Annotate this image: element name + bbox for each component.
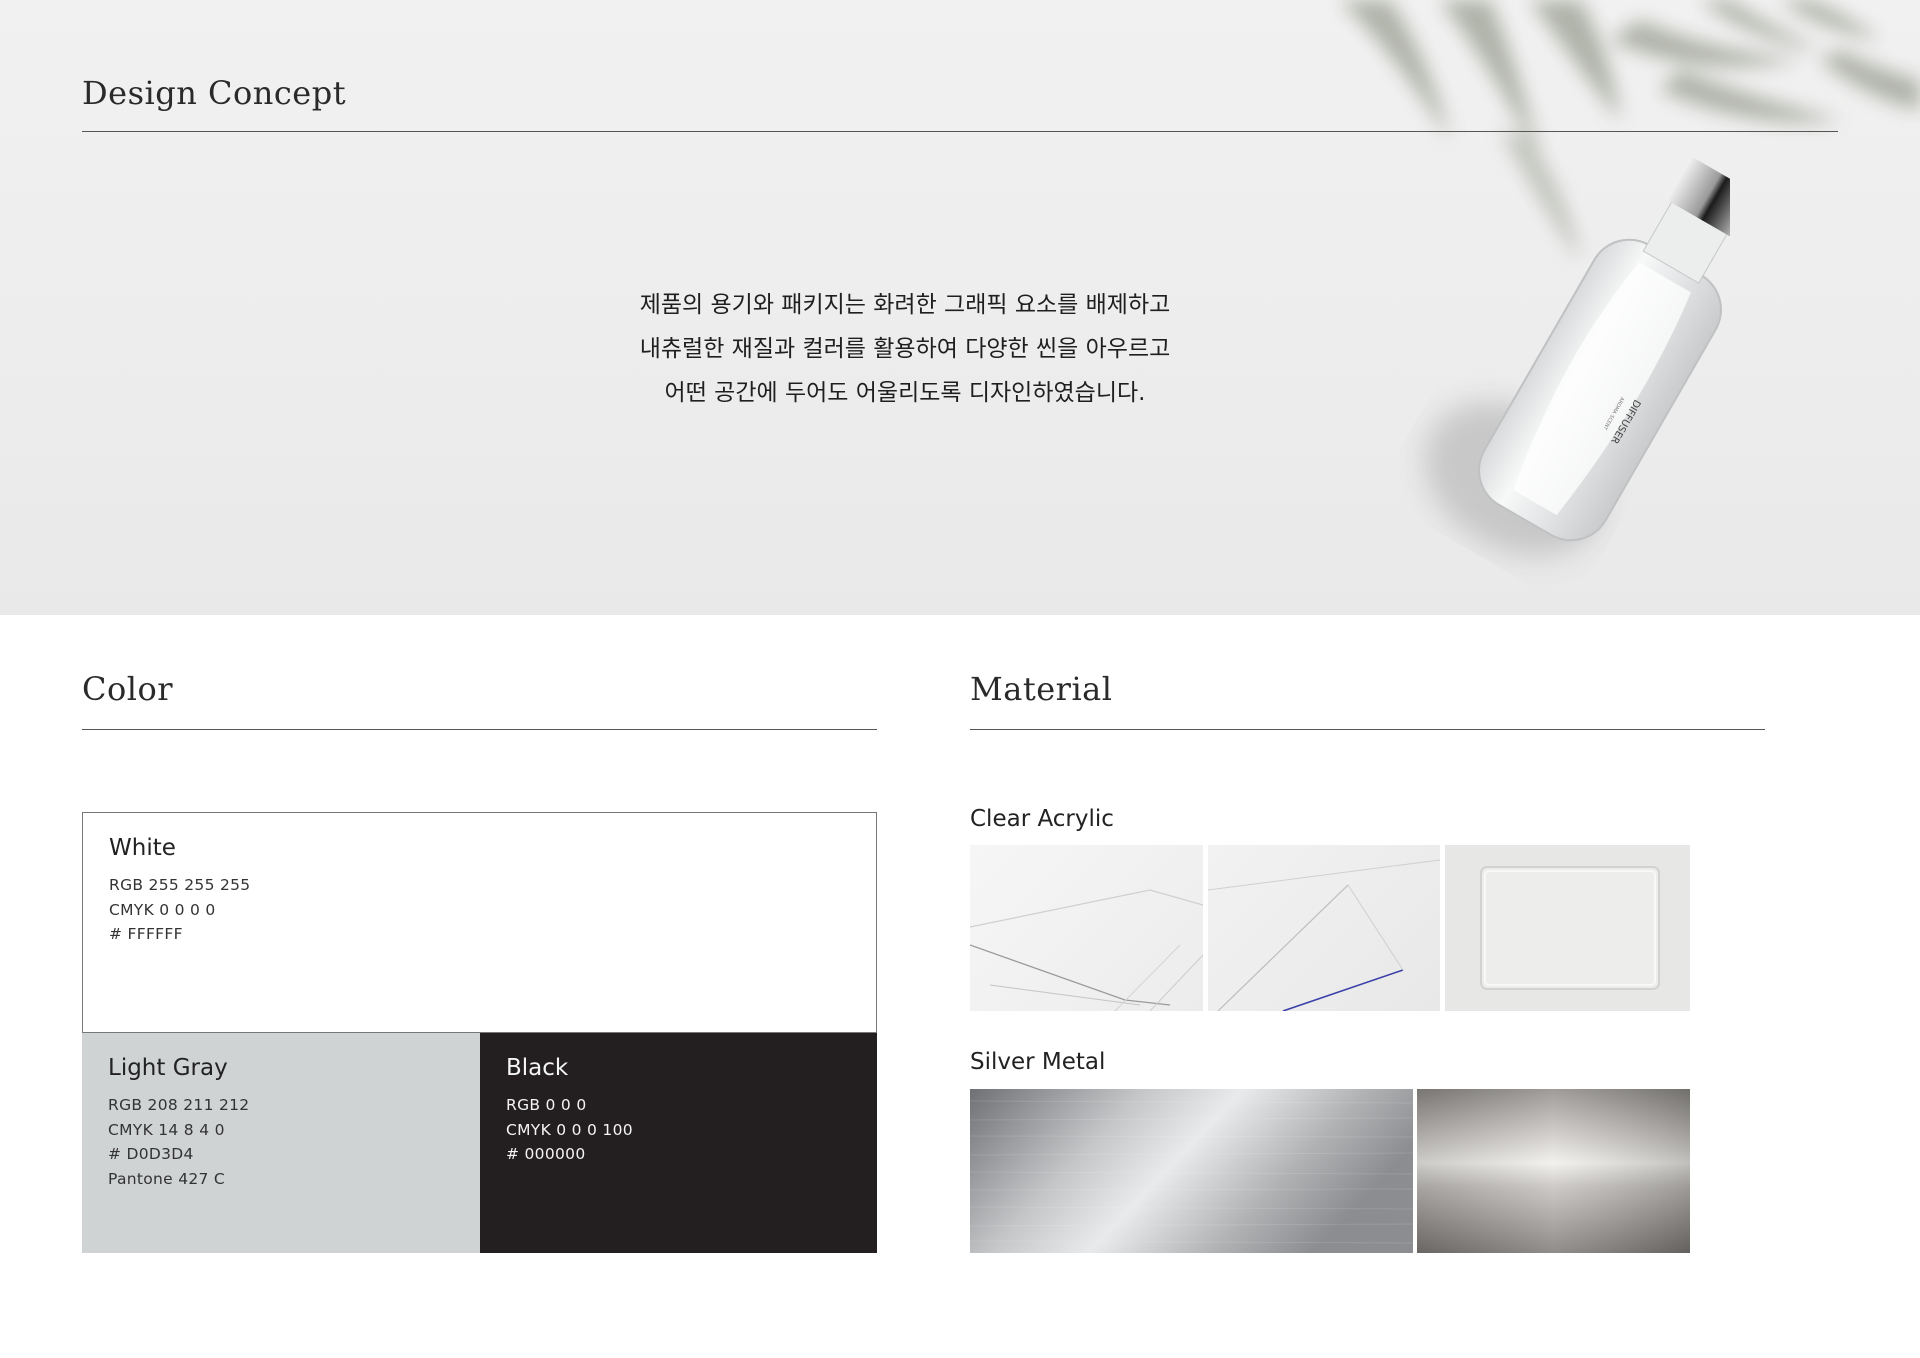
acrylic-block-image <box>1445 845 1690 1011</box>
swatch-rgb: RGB 0 0 0 <box>506 1096 587 1114</box>
swatch-hex: # 000000 <box>506 1145 586 1163</box>
color-swatch-white: White RGB 255 255 255 CMYK 0 0 0 0 # FFF… <box>82 812 877 1033</box>
swatch-hex: # D0D3D4 <box>108 1145 194 1163</box>
swatch-values: RGB 0 0 0 CMYK 0 0 0 100 # 000000 <box>506 1093 633 1167</box>
concept-description: 제품의 용기와 패키지는 화려한 그래픽 요소를 배제하고 내츄럴한 재질과 컬… <box>560 283 1250 415</box>
swatch-cmyk: CMYK 14 8 4 0 <box>108 1120 225 1139</box>
section-title-material: Material <box>970 670 1113 708</box>
swatch-values: RGB 255 255 255 CMYK 0 0 0 0 # FFFFFF <box>109 873 250 947</box>
swatch-name: White <box>109 835 176 861</box>
section-divider <box>970 729 1765 730</box>
swatch-name: Black <box>506 1055 569 1081</box>
color-swatch-black: Black RGB 0 0 0 CMYK 0 0 0 100 # 000000 <box>480 1033 877 1253</box>
swatch-rgb: RGB 255 255 255 <box>109 876 251 894</box>
swatch-rgb: RGB 208 211 212 <box>108 1096 250 1114</box>
acrylic-sheets-edge-image <box>1208 845 1440 1011</box>
material-label-clear-acrylic: Clear Acrylic <box>970 806 1114 832</box>
section-divider <box>82 729 877 730</box>
concept-line-2: 내츄럴한 재질과 컬러를 활용하여 다양한 씬을 아우르고 <box>639 336 1171 362</box>
swatch-cmyk: CMYK 0 0 0 0 <box>109 900 216 919</box>
color-swatch-light-gray: Light Gray RGB 208 211 212 CMYK 14 8 4 0… <box>82 1033 480 1253</box>
polished-metal-image <box>1417 1089 1690 1253</box>
design-concept-hero: Design Concept 제품의 용기와 패키지는 화려한 그래픽 요소를 … <box>0 0 1920 615</box>
diffuser-bottle-image: DIFFUSER AROMA SCENT <box>1424 156 1730 556</box>
swatch-pantone: Pantone 427 C <box>108 1169 226 1188</box>
concept-line-1: 제품의 용기와 패키지는 화려한 그래픽 요소를 배제하고 <box>639 292 1171 318</box>
section-title-design-concept: Design Concept <box>82 74 347 112</box>
swatch-values: RGB 208 211 212 CMYK 14 8 4 0 # D0D3D4 P… <box>108 1093 249 1191</box>
swatch-cmyk: CMYK 0 0 0 100 <box>506 1120 633 1139</box>
concept-line-3: 어떤 공간에 두어도 어울리도록 디자인하였습니다. <box>664 380 1146 406</box>
swatch-hex: # FFFFFF <box>109 925 183 943</box>
acrylic-sheets-image <box>970 845 1203 1011</box>
swatch-name: Light Gray <box>108 1055 228 1081</box>
brushed-metal-image <box>970 1089 1413 1253</box>
section-title-color: Color <box>82 670 174 708</box>
material-label-silver-metal: Silver Metal <box>970 1049 1106 1075</box>
